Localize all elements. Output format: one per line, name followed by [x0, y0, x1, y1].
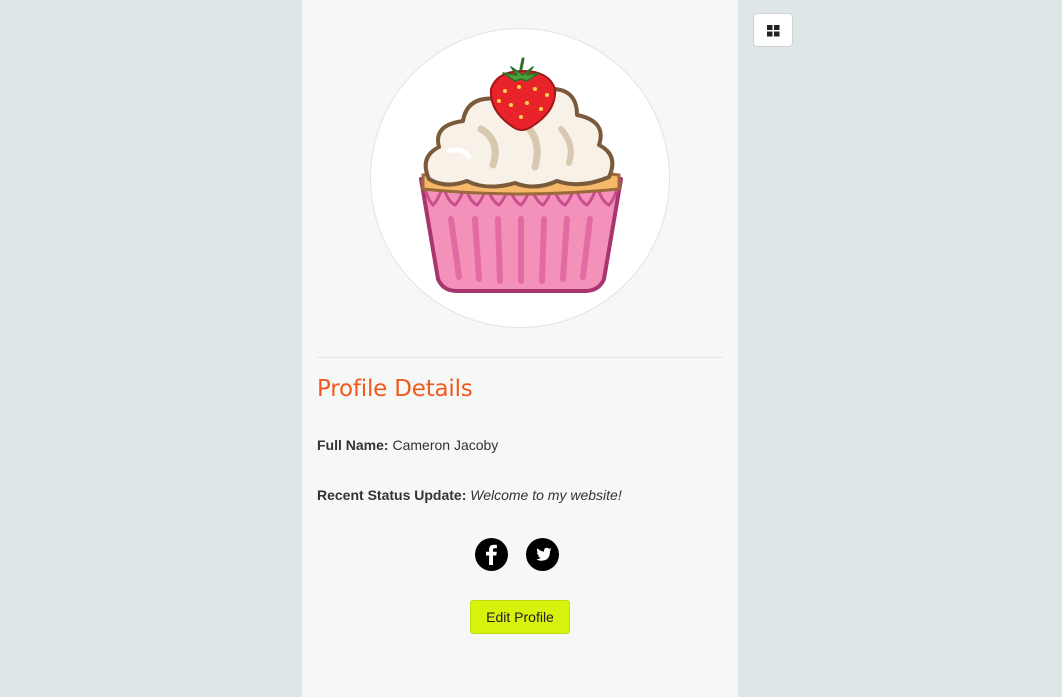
full-name-label: Full Name: — [317, 437, 389, 453]
section-divider — [317, 357, 723, 358]
menu-toggle-button[interactable] — [753, 13, 793, 47]
full-name-row: Full Name: Cameron Jacoby — [317, 437, 498, 453]
edit-profile-button[interactable]: Edit Profile — [470, 600, 570, 634]
twitter-icon — [536, 547, 552, 561]
page-title: Profile Details — [317, 376, 473, 402]
status-row: Recent Status Update: Welcome to my webs… — [317, 487, 622, 503]
avatar — [370, 28, 670, 328]
grid-icon — [767, 25, 780, 37]
status-label: Recent Status Update: — [317, 487, 467, 503]
facebook-link[interactable] — [475, 538, 508, 571]
status-value: Welcome to my website! — [470, 487, 622, 503]
facebook-icon — [486, 544, 497, 565]
twitter-link[interactable] — [526, 538, 559, 571]
full-name-value: Cameron Jacoby — [392, 437, 499, 453]
cupcake-icon — [419, 57, 623, 293]
profile-panel: Profile Details Full Name: Cameron Jacob… — [302, 0, 738, 697]
